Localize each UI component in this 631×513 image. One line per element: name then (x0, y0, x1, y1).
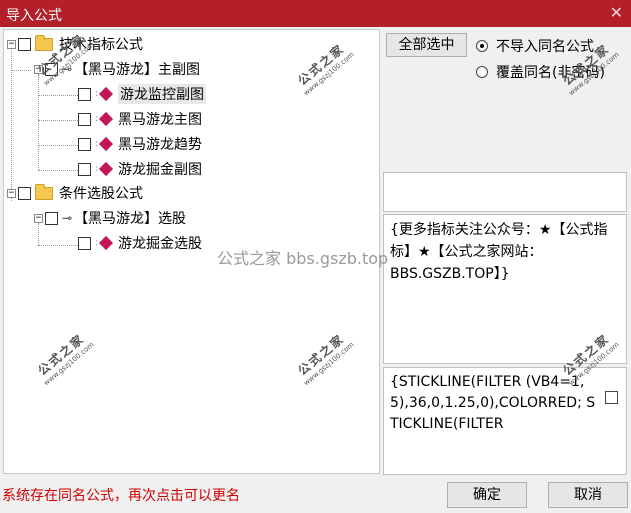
radio-overwrite-label: 覆盖同名(非密码) (496, 65, 605, 81)
code-preview-box[interactable]: {STICKLINE(FILTER (VB4=1,5),36,0,1.25,0)… (383, 367, 627, 475)
radio-overwrite-same-name[interactable]: 覆盖同名(非密码) (476, 62, 605, 82)
tree-item[interactable]: : 游龙掘金副图 (78, 159, 202, 179)
tree-item-label: 黑马游龙趋势 (118, 137, 203, 153)
item-checkbox[interactable] (78, 162, 91, 176)
code-text: {STICKLINE(FILTER (VB4=1,5),36,0,1.25,0)… (390, 374, 596, 432)
tree-item[interactable]: : 游龙掘金选股 (78, 233, 202, 253)
formula-gem-icon (98, 161, 114, 177)
folder-icon (35, 34, 53, 51)
ok-button[interactable]: 确定 (447, 482, 527, 508)
tree-group-indicators[interactable]: − 技术指标公式 (7, 34, 143, 54)
formula-gem-icon (98, 136, 114, 152)
window-title: 导入公式 (6, 8, 62, 24)
tree-group-label: 条件选股公式 (59, 186, 143, 202)
item-checkbox[interactable] (78, 87, 91, 101)
tree-item-label: 游龙掘金选股 (118, 236, 203, 252)
tree-node-screening[interactable]: − ⊸ 【黑马游龙】选股 (34, 208, 186, 228)
tree-item-label: 黑马游龙主图 (118, 112, 203, 128)
collapse-icon[interactable]: − (34, 213, 43, 223)
info-text: {更多指标关注公众号：★【公式指标】★【公式之家网站：BBS.GSZB.TOP】… (390, 222, 608, 282)
tree-item[interactable]: : 黑马游龙趋势 (78, 134, 202, 154)
tree-item-label: 游龙监控副图 (118, 84, 207, 104)
key-icon: ⊸ (62, 211, 73, 225)
code-checkbox[interactable] (605, 391, 618, 404)
group-screening-checkbox[interactable] (18, 186, 31, 200)
tree-item[interactable]: : 黑马游龙主图 (78, 109, 202, 129)
info-box: {更多指标关注公众号：★【公式指标】★【公式之家网站：BBS.GSZB.TOP】… (383, 214, 627, 364)
item-checkbox[interactable] (78, 112, 91, 126)
radio-unselected-icon[interactable] (476, 66, 488, 78)
folder-icon (35, 183, 53, 200)
select-all-button[interactable]: 全部选中 (386, 33, 467, 57)
node-main-sub-checkbox[interactable] (45, 62, 58, 76)
formula-gem-icon (98, 86, 114, 102)
formula-gem-icon (98, 111, 114, 127)
collapse-icon[interactable]: − (7, 188, 16, 198)
tree-node-main-sub[interactable]: − ⊸ 【黑马游龙】主副图 (34, 59, 200, 79)
tree-item[interactable]: : 游龙监控副图 (78, 84, 207, 104)
tree-item-label: 游龙掘金副图 (118, 162, 203, 178)
tree-group-screening[interactable]: − 条件选股公式 (7, 183, 143, 203)
formula-gem-icon (98, 235, 114, 251)
radio-skip-same-name[interactable]: 不导入同名公式 (476, 36, 594, 56)
group-indicators-checkbox[interactable] (18, 37, 31, 51)
close-icon[interactable]: ✕ (610, 3, 623, 22)
node-screening-checkbox[interactable] (45, 211, 58, 225)
tree-node-label: 【黑马游龙】选股 (74, 211, 187, 227)
tree-group-label: 技术指标公式 (59, 37, 143, 53)
cancel-button[interactable]: 取消 (548, 482, 628, 508)
radio-selected-icon[interactable] (476, 40, 488, 52)
key-icon: ⊸ (62, 62, 73, 76)
tree-node-label: 【黑马游龙】主副图 (74, 62, 201, 78)
description-box (383, 172, 627, 212)
item-checkbox[interactable] (78, 236, 91, 250)
status-message: 系统存在同名公式，再次点击可以更名 (2, 488, 240, 504)
collapse-icon[interactable]: − (34, 64, 43, 74)
formula-tree[interactable]: − 技术指标公式 − ⊸ 【黑马游龙】主副图 : 游龙监控副图 : 黑马游龙主图… (3, 29, 380, 474)
radio-skip-label: 不导入同名公式 (496, 39, 594, 55)
title-bar: 导入公式 ✕ (0, 0, 631, 27)
collapse-icon[interactable]: − (7, 39, 16, 49)
item-checkbox[interactable] (78, 137, 91, 151)
